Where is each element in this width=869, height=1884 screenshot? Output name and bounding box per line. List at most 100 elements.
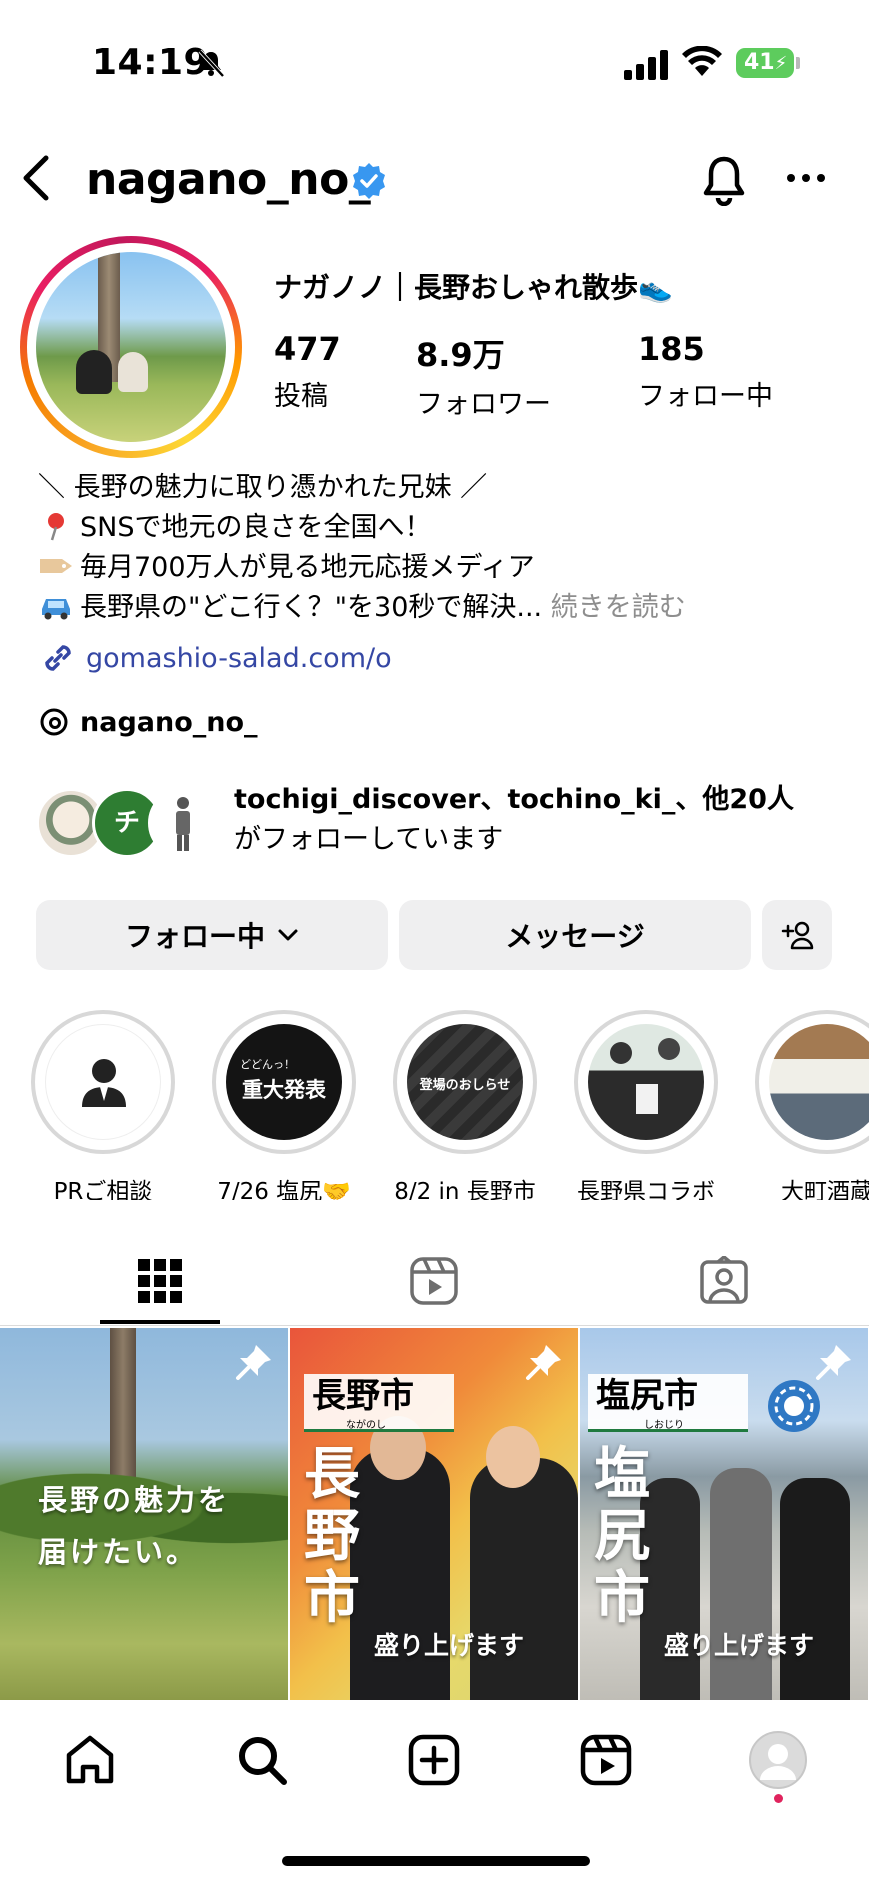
- city-badge-reading: しおじり: [644, 1420, 684, 1431]
- battery-cap: [796, 57, 800, 69]
- stat-posts[interactable]: 477 投稿: [274, 330, 341, 413]
- city-emblem-icon: [768, 1380, 820, 1432]
- highlight-label: 7/26 塩尻🤝: [217, 1179, 351, 1200]
- post-tail-text: 盛り上げます: [664, 1631, 815, 1660]
- mutual-suffix: がフォローしています: [234, 824, 504, 855]
- city-badge-text: 塩尻市: [596, 1376, 698, 1416]
- stat-value: 477: [274, 330, 341, 368]
- bio-text: SNSで地元の良さを全国へ！: [80, 512, 432, 543]
- bio-line: 毎月700万人が見る地元応援メディア: [38, 548, 838, 588]
- pinned-post-icon: [526, 1345, 561, 1380]
- read-more-link[interactable]: 続きを読む: [551, 592, 686, 623]
- highlight-ring: どどんっ！ 重大発表: [212, 1010, 356, 1154]
- stat-value: 185: [638, 330, 705, 368]
- message-button[interactable]: メッセージ: [399, 900, 751, 970]
- wifi-icon: [682, 46, 722, 76]
- active-tab-indicator: [100, 1320, 220, 1324]
- back-button[interactable]: [18, 152, 58, 204]
- following-button[interactable]: フォロー中: [36, 900, 388, 970]
- nav-search[interactable]: [222, 1724, 302, 1796]
- person: [710, 1468, 772, 1700]
- home-icon: [66, 1735, 114, 1784]
- cellular-signal-icon: [624, 50, 668, 80]
- highlight-label: 長野県コラボ: [577, 1179, 715, 1200]
- tag-icon: [40, 559, 72, 573]
- pin-icon: [48, 513, 64, 541]
- big-city-text: 塩 尻 市: [594, 1444, 650, 1630]
- home-indicator: [282, 1856, 590, 1866]
- message-label: メッセージ: [505, 920, 645, 953]
- add-post-icon: [408, 1734, 460, 1786]
- profile-avatar-icon: [749, 1731, 807, 1789]
- city-badge: 長野市 ながのし: [304, 1374, 454, 1432]
- highlight-ring: 登場のおしらせ: [393, 1010, 537, 1154]
- person-figure-icon: [176, 797, 190, 851]
- battery-level: 41: [744, 50, 775, 75]
- avatar-person: [118, 352, 148, 392]
- stat-following[interactable]: 185 フォロー中: [638, 330, 773, 413]
- person-suit-icon: [82, 1059, 126, 1107]
- person-head: [610, 1042, 632, 1064]
- notifications-bell-button[interactable]: [700, 154, 748, 206]
- big-city-text: 長 野 市: [304, 1444, 360, 1630]
- threads-username: nagano_no_: [80, 706, 258, 738]
- mutual-follower-names: tochigi_discover、tochino_ki_、他20人: [234, 784, 794, 815]
- tab-reels[interactable]: [374, 1248, 494, 1314]
- threads-badge[interactable]: nagano_no_: [38, 706, 258, 738]
- city-badge-text: 長野市: [312, 1376, 414, 1416]
- mutual-followers-text: tochigi_discover、tochino_ki_、他20人 がフォローし…: [234, 780, 794, 860]
- highlight-nagano-city[interactable]: 登場のおしらせ 8/2 in 長野市: [392, 1010, 538, 1200]
- stat-value: 8.9万: [416, 336, 505, 374]
- post-thumbnail[interactable]: 塩尻市 しおじり 塩 尻 市 盛り上げます: [580, 1328, 868, 1700]
- overlay-text: 届けたい。: [38, 1535, 199, 1569]
- notification-dot: [774, 1794, 783, 1803]
- bio-line: 長野県の"どこ行く？"を30秒で解決... 続きを読む: [38, 588, 838, 628]
- profile-bio: ＼ 長野の魅力に取り憑かれた兄妹 ／ SNSで地元の良さを全国へ！ 毎月700万…: [38, 468, 838, 628]
- bio-text: 毎月700万人が見る地元応援メディア: [80, 552, 535, 583]
- tagged-person-icon: [700, 1256, 748, 1304]
- highlight-omachi-sake[interactable]: 大町酒蔵: [754, 1010, 869, 1200]
- nav-reels[interactable]: [566, 1724, 646, 1796]
- stat-label: フォロワー: [416, 389, 551, 420]
- person-head: [658, 1038, 680, 1060]
- pinned-post-icon: [236, 1345, 271, 1380]
- highlight-cover: [588, 1024, 704, 1140]
- mutual-followers[interactable]: チ tochigi_discover、tochino_ki_、他20人 がフォロ…: [36, 780, 856, 870]
- highlight-pr[interactable]: PRご相談: [30, 1010, 176, 1200]
- status-time: 14:19: [92, 42, 210, 83]
- profile-tabs: [0, 1236, 869, 1326]
- suggest-people-button[interactable]: [762, 900, 832, 970]
- profile-link[interactable]: gomashio-salad.com/o: [38, 638, 392, 678]
- highlight-cover-text: 重大発表: [242, 1078, 326, 1102]
- threads-icon: [40, 708, 68, 736]
- city-badge-reading: ながのし: [346, 1420, 386, 1431]
- highlight-cover: 登場のおしらせ: [407, 1024, 523, 1140]
- big-char: 尻: [594, 1504, 650, 1569]
- big-char: 塩: [594, 1442, 650, 1507]
- person-face: [486, 1426, 540, 1488]
- post-thumbnail[interactable]: 長野の魅力を 届けたい。: [0, 1328, 288, 1700]
- bottom-navigation: [0, 1700, 869, 1884]
- more-options-button[interactable]: [786, 168, 826, 188]
- nav-profile[interactable]: [738, 1724, 818, 1796]
- post-tail-text: 盛り上げます: [374, 1631, 525, 1660]
- stat-label: フォロー中: [638, 381, 773, 412]
- nav-create[interactable]: [394, 1724, 474, 1796]
- posts-grid: 長野の魅力を 届けたい。 長野市 ながのし 長 野 市 盛り上げます 塩尻市 し…: [0, 1328, 869, 1700]
- username-title: nagano_no_: [86, 154, 371, 205]
- verified-badge-icon: [353, 163, 385, 199]
- post-thumbnail[interactable]: 長野市 ながのし 長 野 市 盛り上げます: [290, 1328, 578, 1700]
- certificate: [636, 1084, 658, 1114]
- big-char: 長: [304, 1442, 360, 1507]
- tab-posts-grid[interactable]: [100, 1248, 220, 1314]
- car-icon: [42, 599, 70, 620]
- highlight-nagano-collab[interactable]: 長野県コラボ: [573, 1010, 719, 1200]
- highlight-cover-subtext: どどんっ！: [240, 1058, 295, 1071]
- tab-tagged[interactable]: [664, 1248, 784, 1314]
- following-label: フォロー中: [124, 920, 265, 953]
- story-highlights: PRご相談 どどんっ！ 重大発表 7/26 塩尻🤝 登場のおしらせ 8/2 in…: [0, 1010, 869, 1200]
- nav-home[interactable]: [50, 1724, 130, 1796]
- profile-avatar-story-ring[interactable]: [20, 236, 242, 458]
- highlight-shiojiri[interactable]: どどんっ！ 重大発表 7/26 塩尻🤝: [211, 1010, 357, 1200]
- stat-followers[interactable]: 8.9万 フォロワー: [416, 330, 551, 421]
